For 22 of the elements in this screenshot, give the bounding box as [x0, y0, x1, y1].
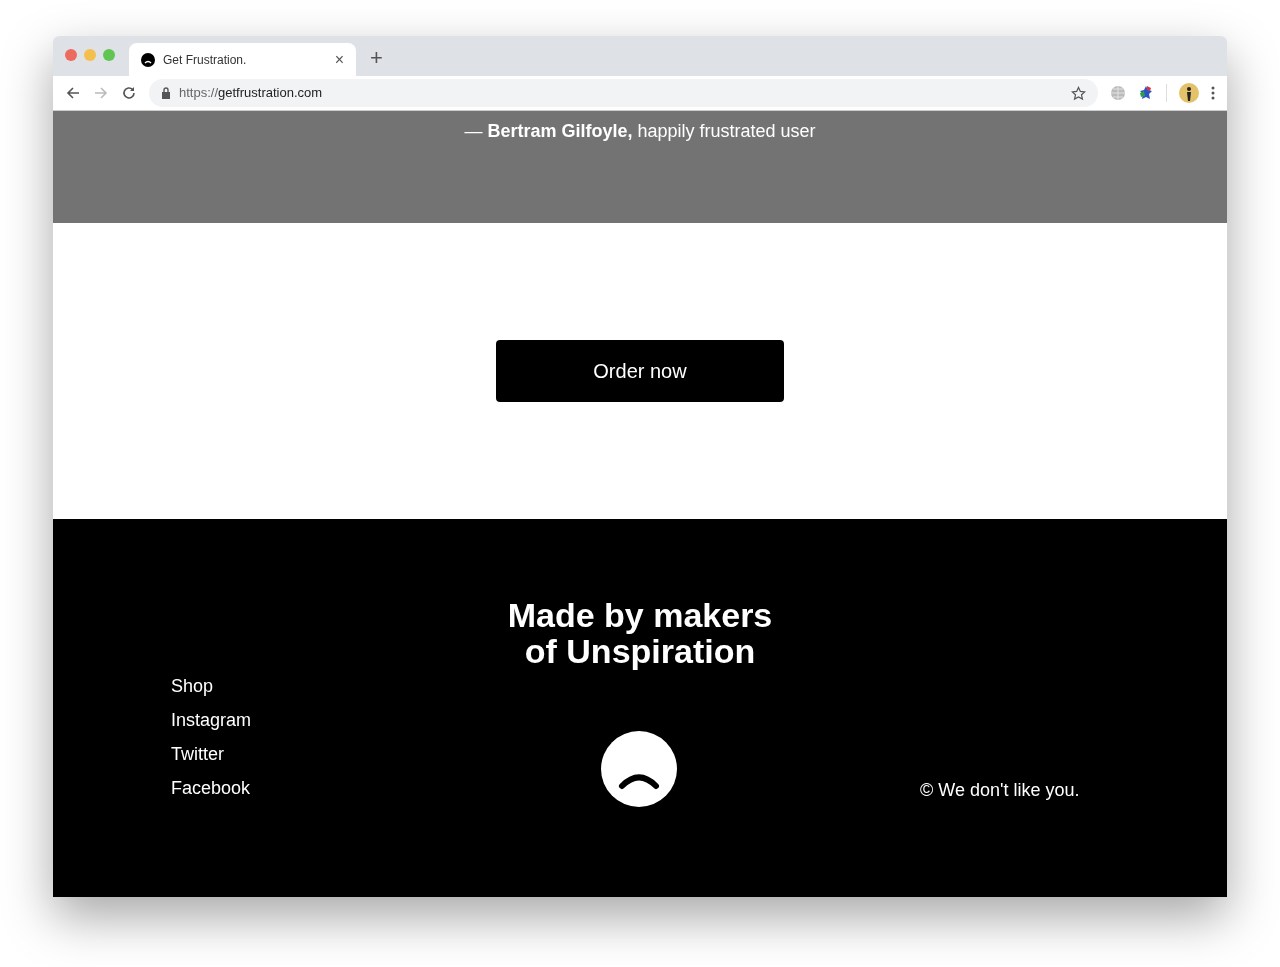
star-icon[interactable]: [1071, 85, 1086, 101]
footer-heading: Made by makers of Unspiration: [506, 597, 774, 669]
extension-icon[interactable]: [1138, 85, 1154, 101]
footer-link[interactable]: Shop: [171, 674, 214, 699]
browser-tab[interactable]: Get Frustration. ×: [129, 43, 356, 76]
reload-icon[interactable]: [121, 85, 137, 101]
url-text: https://getfrustration.com: [179, 84, 324, 103]
footer-link[interactable]: Twitter: [171, 742, 224, 767]
address-bar[interactable]: https://getfrustration.com: [149, 79, 1098, 107]
lock-icon: [161, 87, 171, 99]
testimonial-attribution: — Bertram Gilfoyle, happily frustrated user: [464, 120, 816, 143]
avatar-icon[interactable]: [1179, 83, 1199, 103]
sad-face-icon: [141, 52, 155, 67]
footer-link[interactable]: Facebook: [171, 776, 251, 801]
menu-icon[interactable]: [1211, 86, 1215, 100]
new-tab-button[interactable]: +: [370, 47, 383, 69]
close-tab-button[interactable]: ×: [334, 51, 344, 68]
back-icon[interactable]: [65, 85, 81, 101]
footer-link[interactable]: Instagram: [171, 708, 252, 733]
copyright-text: © We don't like you.: [920, 779, 1080, 802]
order-now-button[interactable]: Order now: [496, 340, 784, 402]
tab-title: Get Frustration.: [163, 51, 248, 69]
